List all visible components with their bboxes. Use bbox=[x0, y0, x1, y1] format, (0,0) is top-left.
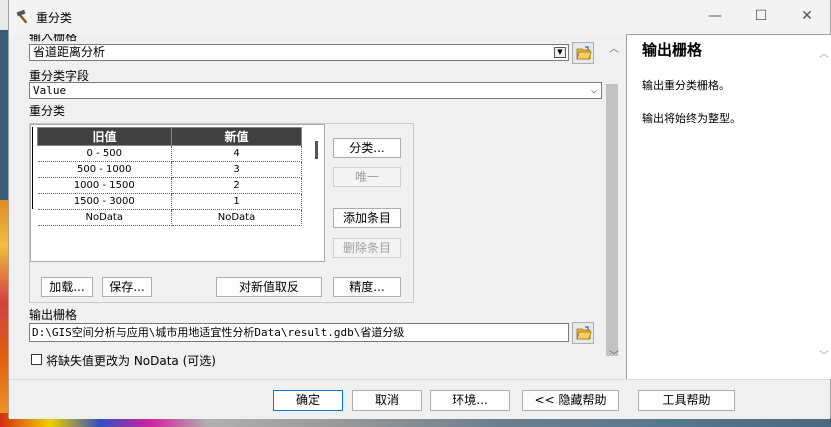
parameters-scrollbar[interactable]: ︿ ﹀ bbox=[605, 34, 623, 366]
add-entry-button[interactable]: 添加条目 bbox=[333, 208, 401, 228]
reclassify-dialog: 重分类 — ☐ ✕ 输入栅格 省道距离分析 ▼ 重分类字段 Value ⌵ 重分… bbox=[8, 0, 831, 419]
cancel-button[interactable]: 取消 bbox=[352, 390, 422, 411]
input-raster-value: 省道距离分析 bbox=[33, 45, 106, 59]
chevron-down-icon[interactable]: ⌵ bbox=[591, 83, 597, 98]
hammer-icon bbox=[16, 9, 28, 24]
help-scroll-up-icon[interactable]: ︿ bbox=[819, 45, 829, 60]
dropdown-arrow-icon[interactable]: ▼ bbox=[554, 47, 566, 58]
new-value-cell[interactable]: 4 bbox=[171, 145, 302, 162]
old-value-cell[interactable]: 1000 - 1500 bbox=[37, 177, 172, 194]
scroll-up-icon[interactable]: ︿ bbox=[607, 40, 621, 55]
open-folder-button[interactable] bbox=[572, 322, 594, 344]
help-pane: 输出栅格 输出重分类栅格。 输出将始终为整型。 ︿ ﹀ bbox=[626, 34, 831, 379]
help-scroll-down-icon[interactable]: ﹀ bbox=[819, 347, 829, 362]
help-title: 输出栅格 bbox=[642, 41, 703, 59]
table-row[interactable]: 1000 - 1500 2 bbox=[37, 177, 302, 194]
parameters-pane: 输入栅格 省道距离分析 ▼ 重分类字段 Value ⌵ 重分类 旧值 新值 0 … bbox=[9, 34, 626, 379]
title-bar: 重分类 — ☐ ✕ bbox=[9, 0, 830, 34]
input-raster-combo[interactable]: 省道距离分析 ▼ bbox=[29, 44, 569, 61]
old-value-cell[interactable]: 1500 - 3000 bbox=[37, 193, 172, 210]
old-value-cell[interactable]: NoData bbox=[37, 209, 172, 226]
new-value-cell[interactable]: NoData bbox=[171, 209, 302, 226]
reclass-field-value: Value bbox=[33, 84, 67, 97]
save-button[interactable]: 保存... bbox=[102, 277, 152, 297]
old-value-cell[interactable]: 500 - 1000 bbox=[37, 161, 172, 178]
open-folder-icon bbox=[576, 326, 592, 340]
ok-button[interactable]: 确定 bbox=[273, 390, 343, 411]
table-row[interactable]: NoData NoData bbox=[37, 209, 302, 226]
minimize-button[interactable]: — bbox=[692, 0, 738, 32]
dialog-footer: 确定 取消 环境... << 隐藏帮助 工具帮助 bbox=[9, 379, 830, 419]
table-row[interactable]: 500 - 1000 3 bbox=[37, 161, 302, 178]
reclass-table-box: 旧值 新值 0 - 500 4 500 - 1000 3 1000 - 1500… bbox=[30, 124, 325, 262]
reverse-new-values-button[interactable]: 对新值取反 bbox=[216, 277, 322, 297]
col-header-new: 新值 bbox=[171, 127, 302, 146]
col-header-old: 旧值 bbox=[37, 127, 172, 146]
environments-button[interactable]: 环境... bbox=[430, 390, 510, 411]
help-text-line-2: 输出将始终为整型。 bbox=[642, 112, 741, 125]
scroll-down-icon[interactable]: ﹀ bbox=[607, 347, 621, 362]
reclassification-label: 重分类 bbox=[29, 104, 66, 118]
table-scroll-indicator[interactable] bbox=[315, 141, 318, 159]
new-value-cell[interactable]: 2 bbox=[171, 177, 302, 194]
unique-button[interactable]: 唯一 bbox=[333, 167, 401, 187]
close-button[interactable]: ✕ bbox=[784, 0, 830, 32]
old-value-cell[interactable]: 0 - 500 bbox=[37, 145, 172, 162]
new-value-cell[interactable]: 1 bbox=[171, 193, 302, 210]
reclass-field-combo[interactable]: Value ⌵ bbox=[29, 82, 602, 99]
window-title: 重分类 bbox=[36, 11, 73, 25]
reclassification-group: 旧值 新值 0 - 500 4 500 - 1000 3 1000 - 1500… bbox=[29, 123, 414, 303]
delete-entry-button[interactable]: 删除条目 bbox=[333, 238, 401, 258]
input-raster-label: 输入栅格 bbox=[29, 34, 78, 43]
hide-help-button[interactable]: << 隐藏帮助 bbox=[522, 390, 619, 411]
table-row[interactable]: 0 - 500 4 bbox=[37, 145, 302, 162]
help-text-line-1: 输出重分类栅格。 bbox=[642, 79, 730, 92]
open-folder-icon bbox=[576, 46, 592, 60]
output-raster-field[interactable]: D:\GIS空间分析与应用\城市用地适宜性分析Data\result.gdb\省… bbox=[29, 323, 569, 342]
nodata-checkbox-label[interactable]: 将缺失值更改为 NoData (可选) bbox=[46, 352, 216, 369]
tool-help-button[interactable]: 工具帮助 bbox=[638, 390, 735, 411]
open-folder-button[interactable] bbox=[572, 42, 594, 64]
classify-button[interactable]: 分类... bbox=[333, 138, 401, 158]
maximize-button[interactable]: ☐ bbox=[738, 0, 784, 32]
load-button[interactable]: 加载... bbox=[41, 277, 93, 297]
reclass-table: 旧值 新值 0 - 500 4 500 - 1000 3 1000 - 1500… bbox=[37, 127, 302, 226]
scrollbar-thumb[interactable] bbox=[606, 84, 618, 356]
table-row[interactable]: 1500 - 3000 1 bbox=[37, 193, 302, 210]
nodata-checkbox[interactable] bbox=[31, 354, 42, 365]
precision-button[interactable]: 精度... bbox=[333, 277, 401, 297]
output-raster-label: 输出栅格 bbox=[29, 308, 78, 322]
new-value-cell[interactable]: 3 bbox=[171, 161, 302, 178]
